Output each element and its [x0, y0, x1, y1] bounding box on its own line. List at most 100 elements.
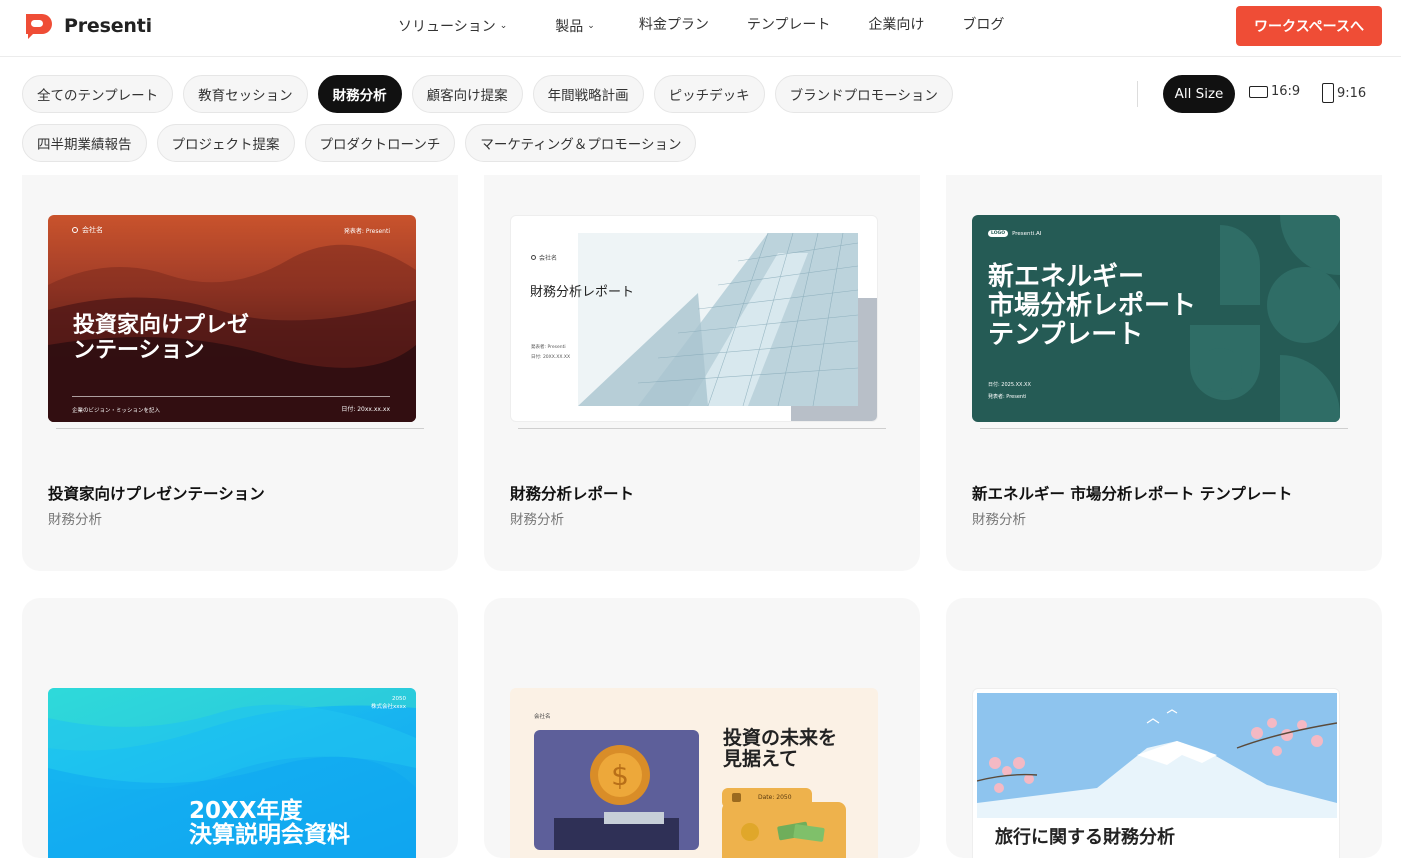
glass-building-image	[578, 233, 858, 406]
filter-chip-finance[interactable]: 財務分析	[317, 75, 402, 113]
thumb-heading-line2: ンテーション	[73, 338, 205, 363]
thumb-shadow-line	[518, 428, 886, 429]
size-filter-9-16[interactable]: 9:16	[1322, 83, 1366, 103]
gold-coin-image: $	[534, 730, 699, 850]
thumb-heading-line2: 市場分析レポート	[988, 291, 1197, 321]
size-filter-all[interactable]: All Size	[1163, 75, 1235, 113]
filter-row: 四半期業績報告 プロジェクト提案 プロダクトローンチ マーケティング＆プロモーシ…	[22, 124, 1122, 162]
thumb-shadow-line	[56, 428, 424, 429]
nav-templates-label: テンプレート	[746, 17, 831, 33]
thumb-heading: 20XX年度 決算説明会資料	[189, 799, 350, 847]
template-card[interactable]: 会社名 $ 投資の未来を 見据えて Date: 2050	[484, 598, 920, 858]
thumb-heading-line1: 投資の未来を	[723, 727, 838, 749]
svg-text:$: $	[611, 759, 629, 792]
filter-chip-quarterly-report[interactable]: 四半期業績報告	[22, 124, 147, 162]
filter-chip-education[interactable]: 教育セッション	[183, 75, 308, 113]
thumb-company: 会社名	[534, 714, 551, 720]
size-filter-16-9[interactable]: 16:9	[1249, 84, 1300, 99]
nav-products-label: 製品	[555, 19, 584, 35]
nav-solutions[interactable]: ソリューション ⌄	[398, 16, 507, 36]
thumb-heading-line1: 投資家向けプレゼ	[73, 313, 250, 338]
thumb-company: 株式会社xxxx	[370, 704, 406, 710]
chevron-down-icon: ⌄	[499, 21, 508, 31]
filter-divider	[1137, 81, 1138, 107]
thumb-year: 2050	[392, 696, 406, 702]
thumb-date: 日付: 2025.XX.XX	[988, 382, 1031, 388]
template-thumbnail: LOGO Presenti.AI 新エネルギー 市場分析レポート テンプレート …	[972, 215, 1340, 422]
thumb-company-label: 会社名	[82, 226, 103, 234]
card-category: 財務分析	[48, 512, 102, 528]
thumb-shadow-line	[980, 428, 1348, 429]
nav-products[interactable]: 製品 ⌄	[555, 16, 595, 36]
thumb-company: 会社名	[531, 253, 557, 262]
card-title: 新エネルギー 市場分析レポート テンプレート	[972, 485, 1293, 503]
nav-enterprise[interactable]: 企業向け	[868, 14, 924, 34]
workspace-button[interactable]: ワークスペースへ	[1236, 6, 1382, 46]
geometric-shapes-image	[1190, 215, 1340, 422]
thumb-brand: LOGO Presenti.AI	[988, 230, 1041, 237]
thumb-logo-badge: LOGO	[988, 230, 1009, 237]
thumb-heading: 新エネルギー 市場分析レポート テンプレート	[988, 263, 1196, 350]
nav-enterprise-label: 企業向け	[868, 17, 925, 33]
filter-chip-all[interactable]: 全てのテンプレート	[22, 75, 174, 113]
thumb-money-card	[722, 802, 846, 858]
main-nav: ソリューション ⌄ 製品 ⌄ 料金プラン テンプレート 企業向け ブログ	[398, 16, 1004, 36]
thumb-company-label: 会社名	[539, 255, 558, 262]
thumb-date: Date: 2050	[758, 794, 792, 801]
nav-blog-label: ブログ	[962, 17, 1005, 33]
size-9-16-label: 9:16	[1337, 85, 1367, 101]
card-category: 財務分析	[510, 512, 564, 528]
circle-icon	[72, 227, 78, 233]
nav-pricing-label: 料金プラン	[638, 17, 709, 33]
chevron-down-icon: ⌄	[587, 21, 595, 31]
thumb-brand-label: Presenti.AI	[1012, 230, 1042, 237]
template-card[interactable]: 会社名 発表者: Presenti 投資家向けプレゼ ンテーション 企業のビジョ…	[22, 175, 458, 571]
card-title: 投資家向けプレゼンテーション	[48, 485, 265, 503]
thumb-heading-line3: テンプレート	[988, 320, 1144, 350]
nav-pricing[interactable]: 料金プラン	[639, 14, 709, 34]
brand-logo[interactable]: Presenti	[22, 12, 152, 40]
presenti-logo-icon	[26, 14, 52, 39]
template-card[interactable]: 2050 株式会社xxxx 20XX年度 決算説明会資料	[22, 598, 458, 858]
thumb-heading: 投資の未来を 見据えて	[723, 728, 837, 770]
card-title: 財務分析レポート	[510, 485, 635, 503]
thumb-presenter: 発表者: Presenti	[988, 394, 1027, 400]
thumb-footer: 企業のビジョン・ミッションを記入	[72, 408, 161, 414]
filter-chip-marketing[interactable]: マーケティング＆プロモーション	[465, 124, 697, 162]
filter-chip-brand-promotion[interactable]: ブランドプロモーション	[774, 75, 953, 113]
thumb-heading-line2: 見据えて	[723, 748, 799, 770]
circle-icon	[531, 255, 536, 260]
thumb-heading: 財務分析レポート	[530, 285, 635, 300]
template-thumbnail: 2050 株式会社xxxx 20XX年度 決算説明会資料	[48, 688, 416, 858]
calendar-icon	[732, 793, 741, 802]
template-card[interactable]: LOGO Presenti.AI 新エネルギー 市場分析レポート テンプレート …	[946, 175, 1382, 571]
portrait-ratio-icon	[1322, 83, 1334, 103]
category-filters: 全てのテンプレート 教育セッション 財務分析 顧客向け提案 年間戦略計画 ピッチ…	[22, 75, 1122, 173]
template-thumbnail: 旅行に関する財務分析	[972, 688, 1340, 858]
nav-blog[interactable]: ブログ	[962, 14, 1004, 34]
thumb-divider	[72, 396, 390, 397]
filter-chip-pitch-deck[interactable]: ピッチデッキ	[653, 75, 765, 113]
thumb-meta: 2050 株式会社xxxx	[371, 695, 406, 711]
top-header: Presenti ソリューション ⌄ 製品 ⌄ 料金プラン テンプレート 企業向…	[0, 0, 1401, 57]
filter-chip-annual-strategy[interactable]: 年間戦略計画	[532, 75, 644, 113]
template-thumbnail: 会社名 発表者: Presenti 投資家向けプレゼ ンテーション 企業のビジョ…	[48, 215, 416, 422]
brand-name: Presenti	[64, 15, 152, 37]
thumb-heading: 旅行に関する財務分析	[995, 827, 1175, 848]
thumb-date: 日付: 20xx.xx.xx	[341, 406, 390, 413]
nav-solutions-label: ソリューション	[398, 19, 496, 35]
thumb-date: 日付: 20XX.XX.XX	[531, 355, 571, 360]
mount-fuji-image	[977, 693, 1337, 818]
filter-chip-client-proposal[interactable]: 顧客向け提案	[411, 75, 523, 113]
filter-chip-project-proposal[interactable]: プロジェクト提案	[156, 124, 295, 162]
card-category: 財務分析	[972, 512, 1026, 528]
thumb-heading: 投資家向けプレゼ ンテーション	[73, 313, 249, 363]
thumb-heading-line1: 20XX年度	[189, 798, 303, 824]
template-card[interactable]: 会社名 財務分析レポート 発表者: Presenti 日付: 20XX.XX.X…	[484, 175, 920, 571]
nav-templates[interactable]: テンプレート	[747, 14, 831, 34]
size-16-9-label: 16:9	[1271, 84, 1301, 99]
template-card[interactable]: 旅行に関する財務分析	[946, 598, 1382, 858]
filter-chip-product-launch[interactable]: プロダクトローンチ	[304, 124, 456, 162]
cash-icon	[741, 821, 825, 842]
thumb-company: 会社名	[72, 225, 103, 235]
